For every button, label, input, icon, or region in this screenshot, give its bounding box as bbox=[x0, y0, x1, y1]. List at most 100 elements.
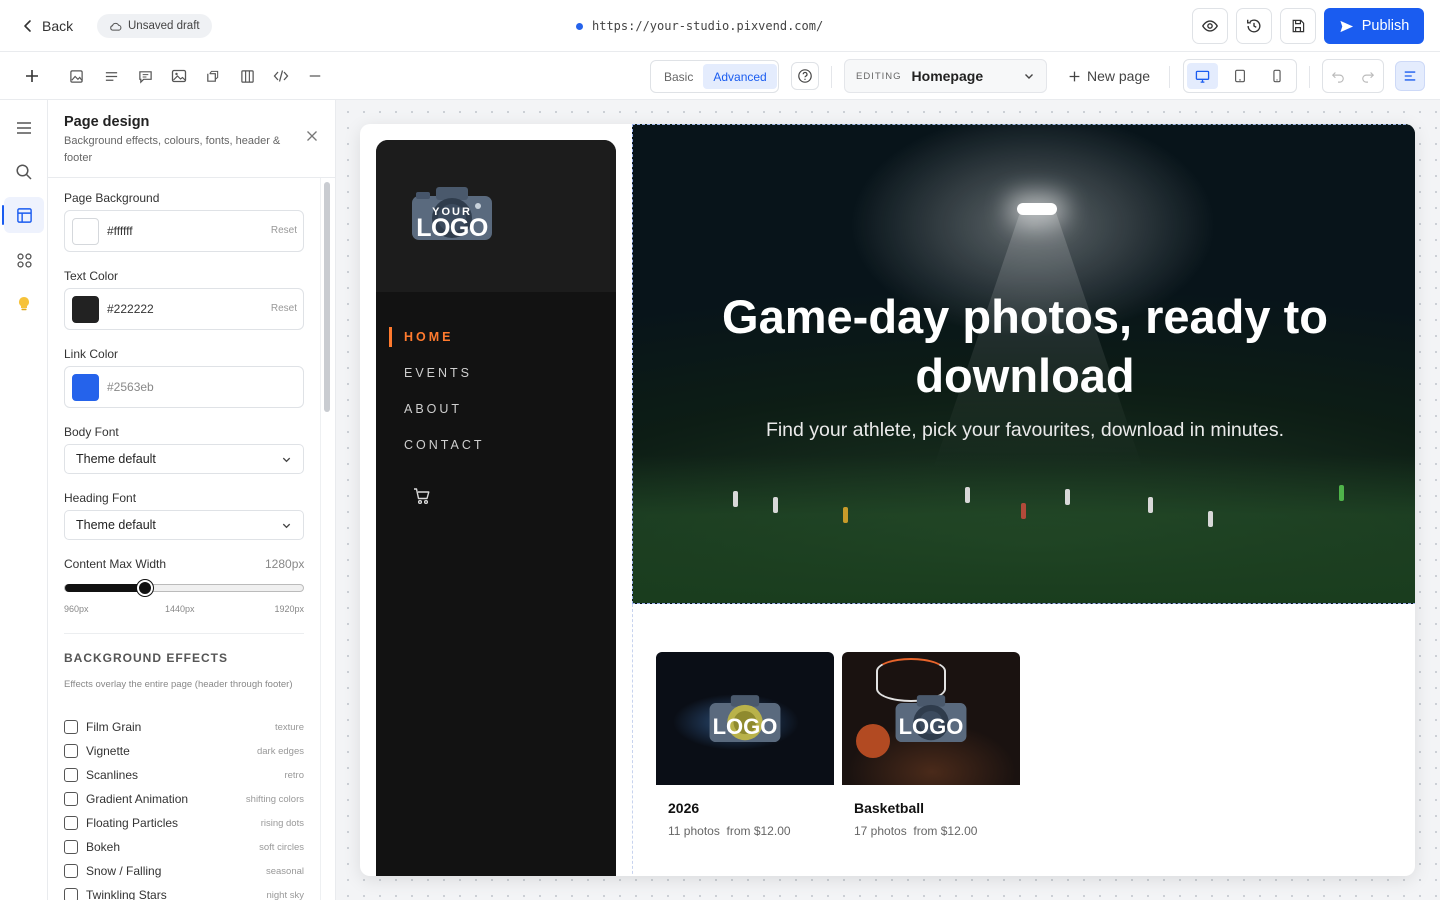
effect-option[interactable]: Vignette dark edges bbox=[64, 742, 304, 760]
hero-player bbox=[1339, 485, 1344, 501]
link-color-swatch[interactable] bbox=[72, 374, 99, 401]
page-background-reset[interactable]: Reset bbox=[271, 225, 297, 236]
site-url[interactable]: https://your-studio.pixvend.com/ bbox=[576, 16, 823, 36]
effect-name: Twinkling Stars bbox=[86, 888, 167, 900]
help-button[interactable] bbox=[791, 62, 819, 90]
panel-scrollbar[interactable] bbox=[324, 182, 330, 412]
effect-checkbox[interactable] bbox=[64, 864, 78, 878]
rail-page-design-button[interactable] bbox=[2, 197, 44, 233]
effect-checkbox[interactable] bbox=[64, 888, 78, 900]
toolbar-divider bbox=[831, 66, 832, 88]
search-icon bbox=[16, 164, 32, 180]
mode-basic[interactable]: Basic bbox=[654, 64, 703, 89]
effect-option[interactable]: Floating Particles rising dots bbox=[64, 814, 304, 832]
site-nav-events[interactable]: EVENTS bbox=[404, 366, 472, 380]
mode-advanced[interactable]: Advanced bbox=[703, 64, 777, 89]
page-background-swatch[interactable] bbox=[72, 218, 99, 245]
preview-button[interactable] bbox=[1192, 8, 1228, 44]
rail-apps-button[interactable] bbox=[4, 242, 44, 278]
rail-tips-button[interactable] bbox=[4, 286, 44, 322]
hero-player bbox=[733, 491, 738, 507]
site-nav-contact[interactable]: CONTACT bbox=[404, 438, 485, 452]
gallery-card-basketball[interactable]: LOGO Basketball 17 photos from $12.00 bbox=[842, 652, 1020, 838]
gallery-card-2026[interactable]: LOGO 2026 11 photos from $12.00 bbox=[656, 652, 834, 838]
effect-hint: texture bbox=[274, 721, 304, 733]
site-nav-about[interactable]: ABOUT bbox=[404, 402, 462, 416]
effect-checkbox[interactable] bbox=[64, 720, 78, 734]
content-width-slider-knob[interactable] bbox=[137, 580, 153, 596]
insert-comment-button[interactable] bbox=[135, 66, 155, 86]
effect-option[interactable]: Gradient Animation shifting colors bbox=[64, 790, 304, 808]
card-logo-text: LOGO bbox=[712, 714, 778, 739]
heading-font-select[interactable]: Theme default bbox=[64, 510, 304, 540]
hero-section[interactable]: Game-day photos, ready to download Find … bbox=[632, 124, 1415, 604]
insert-text-button[interactable] bbox=[101, 66, 121, 86]
page-selector[interactable]: EDITING Homepage bbox=[844, 59, 1047, 93]
mobile-view-button[interactable] bbox=[1262, 63, 1293, 89]
history-button[interactable] bbox=[1236, 8, 1272, 44]
effect-checkbox[interactable] bbox=[64, 768, 78, 782]
content-width-slider[interactable] bbox=[64, 580, 304, 596]
site-nav-home[interactable]: HOME bbox=[389, 327, 454, 347]
hero-player bbox=[773, 497, 778, 513]
rail-search-button[interactable] bbox=[4, 154, 44, 190]
link-color-field[interactable]: #2563eb bbox=[64, 366, 304, 408]
redo-icon bbox=[1362, 72, 1375, 83]
gallery-cover-image: LOGO bbox=[656, 652, 834, 785]
page-background-field[interactable]: #ffffff Reset bbox=[64, 210, 304, 252]
insert-image-button[interactable] bbox=[66, 66, 86, 86]
section-divider bbox=[64, 633, 304, 634]
publish-button[interactable]: Publish bbox=[1324, 8, 1424, 44]
text-color-swatch[interactable] bbox=[72, 296, 99, 323]
rail-menu-button[interactable] bbox=[4, 110, 44, 146]
site-sidebar: YOUR LOGO HOME EVENTS ABOUT CONTACT bbox=[376, 140, 616, 876]
status-dot-icon bbox=[576, 22, 583, 30]
close-panel-button[interactable] bbox=[306, 130, 318, 142]
effect-option[interactable]: Snow / Falling seasonal bbox=[64, 862, 304, 880]
redo-button[interactable] bbox=[1361, 69, 1375, 83]
effect-hint: rising dots bbox=[260, 817, 304, 829]
desktop-view-button[interactable] bbox=[1187, 63, 1219, 89]
text-color-field[interactable]: #222222 Reset bbox=[64, 288, 304, 330]
effect-hint: dark edges bbox=[256, 745, 304, 757]
effect-checkbox[interactable] bbox=[64, 840, 78, 854]
tick-max: 1920px bbox=[274, 604, 304, 614]
effect-option[interactable]: Film Grain texture bbox=[64, 718, 304, 736]
effect-checkbox[interactable] bbox=[64, 792, 78, 806]
gallery-meta: 17 photos from $12.00 bbox=[854, 824, 977, 838]
layout-icon bbox=[16, 207, 32, 223]
effect-option[interactable]: Scanlines retro bbox=[64, 766, 304, 784]
add-block-button[interactable] bbox=[22, 66, 42, 86]
save-button[interactable] bbox=[1280, 8, 1316, 44]
hero-player bbox=[1065, 489, 1070, 505]
body-font-select[interactable]: Theme default bbox=[64, 444, 304, 474]
insert-divider-button[interactable] bbox=[305, 66, 325, 86]
effect-option[interactable]: Twinkling Stars night sky bbox=[64, 886, 304, 900]
cart-icon[interactable] bbox=[412, 486, 432, 506]
tick-mid: 1440px bbox=[165, 604, 195, 614]
left-icon-rail bbox=[0, 100, 48, 900]
effect-option[interactable]: Bokeh soft circles bbox=[64, 838, 304, 856]
text-color-reset[interactable]: Reset bbox=[271, 303, 297, 314]
close-icon bbox=[307, 131, 317, 141]
back-label: Back bbox=[42, 18, 74, 34]
new-page-button[interactable]: New page bbox=[1068, 66, 1150, 86]
page-design-panel: Page design Background effects, colours,… bbox=[48, 100, 336, 900]
effect-checkbox[interactable] bbox=[64, 816, 78, 830]
undo-button[interactable] bbox=[1331, 69, 1345, 83]
effect-checkbox[interactable] bbox=[64, 744, 78, 758]
device-preview-toggle bbox=[1183, 59, 1297, 93]
insert-columns-button[interactable] bbox=[237, 66, 257, 86]
insert-gallery-button[interactable] bbox=[169, 66, 189, 86]
phone-icon bbox=[1273, 69, 1281, 83]
tablet-view-button[interactable] bbox=[1224, 63, 1255, 89]
insert-code-button[interactable] bbox=[271, 66, 291, 86]
site-preview: YOUR LOGO HOME EVENTS ABOUT CONTACT Game… bbox=[360, 124, 1415, 876]
insert-shape-button[interactable] bbox=[202, 66, 222, 86]
hero-player bbox=[843, 507, 848, 523]
top-bar: Back Unsaved draft https://your-studio.p… bbox=[0, 0, 1440, 52]
toggle-right-panel-button[interactable] bbox=[1395, 61, 1425, 91]
back-button[interactable]: Back bbox=[20, 12, 73, 40]
content-width-slider-fill bbox=[65, 584, 145, 592]
plus-icon bbox=[1069, 71, 1080, 81]
